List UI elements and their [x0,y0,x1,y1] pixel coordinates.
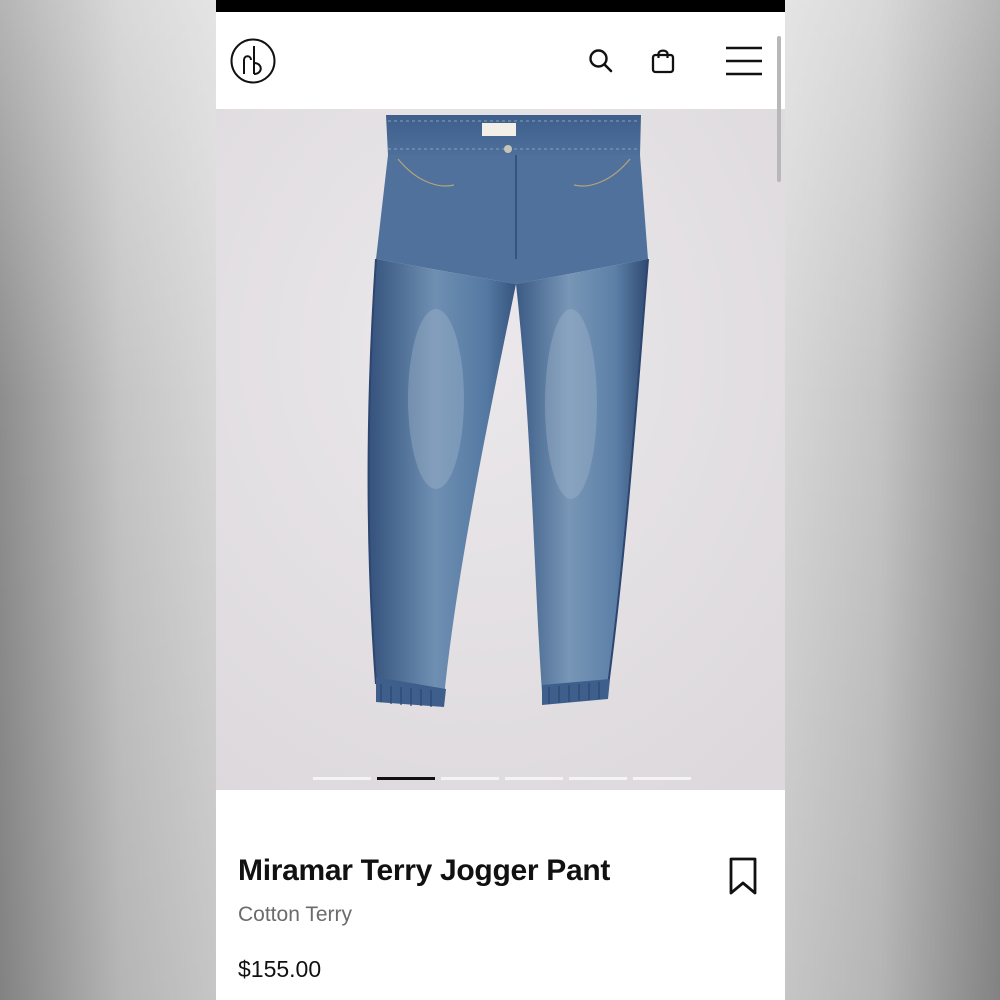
search-icon[interactable] [586,46,616,76]
shopping-bag-icon[interactable] [648,46,678,76]
phone-screen: Miramar Terry Jogger Pant Cotton Terry $… [216,0,785,1000]
carousel-dot[interactable] [313,777,371,780]
carousel-dot[interactable] [441,777,499,780]
hamburger-menu-icon[interactable] [724,45,764,77]
bookmark-icon[interactable] [725,856,761,896]
status-bar [216,0,785,12]
product-image[interactable] [216,109,785,790]
scrollbar-thumb[interactable] [777,36,781,182]
carousel-dot[interactable] [633,777,691,780]
product-gallery[interactable] [216,109,785,790]
carousel-indicator [313,777,691,781]
carousel-dot[interactable] [505,777,563,780]
product-info: Miramar Terry Jogger Pant Cotton Terry $… [216,790,785,1000]
site-header [216,12,785,109]
carousel-dot-active[interactable] [377,777,435,780]
brand-logo[interactable] [230,38,276,84]
product-price: $155.00 [238,956,322,982]
product-subtitle: Cotton Terry [238,903,352,926]
product-title: Miramar Terry Jogger Pant [238,854,611,887]
carousel-dot[interactable] [569,777,627,780]
